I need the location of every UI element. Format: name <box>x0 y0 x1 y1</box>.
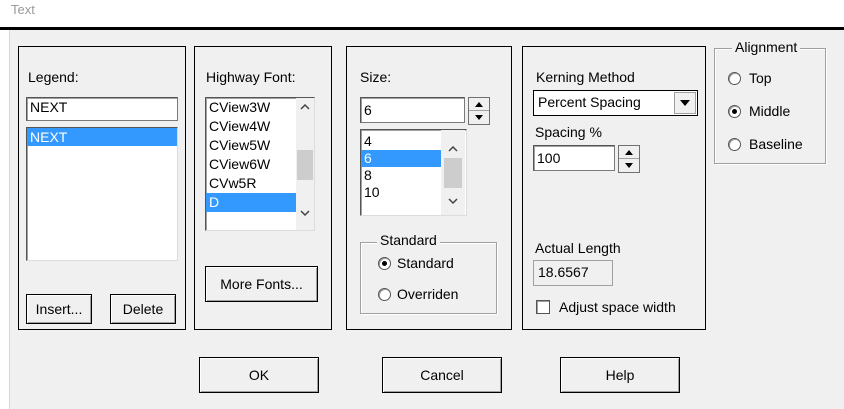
list-item[interactable]: CView3W <box>206 98 296 117</box>
kerning-method-label: Kerning Method <box>536 69 635 85</box>
size-list-scrollbar[interactable] <box>441 130 465 215</box>
radio-middle[interactable]: Middle <box>728 103 790 119</box>
spin-down-icon[interactable] <box>619 159 639 172</box>
list-item[interactable]: 6 <box>361 150 441 167</box>
list-item[interactable]: CView5W <box>206 136 296 155</box>
radio-button[interactable] <box>728 104 741 118</box>
kerning-panel <box>522 46 706 330</box>
spacing-label: Spacing % <box>535 124 602 140</box>
list-item[interactable]: CView4W <box>206 117 296 136</box>
spin-down-icon[interactable] <box>469 111 489 124</box>
checkbox[interactable] <box>536 300 550 314</box>
font-list-scrollbar[interactable] <box>296 98 314 230</box>
scroll-thumb[interactable] <box>297 150 313 180</box>
radio-label: Overriden <box>397 286 459 302</box>
checkbox-label: Adjust space width <box>559 299 676 315</box>
cancel-button[interactable]: Cancel <box>382 357 502 393</box>
legend-label: Legend: <box>28 69 79 85</box>
spin-up-icon[interactable] <box>619 146 639 159</box>
chevron-down-icon[interactable] <box>674 92 696 114</box>
list-item[interactable]: CVw5R <box>206 174 296 193</box>
radio-standard[interactable]: Standard <box>378 255 454 271</box>
alignment-group-title: Alignment <box>732 39 801 55</box>
scroll-thumb[interactable] <box>444 158 462 188</box>
size-input[interactable]: 6 <box>360 97 465 123</box>
list-item[interactable]: D <box>206 193 296 212</box>
radio-button[interactable] <box>728 71 741 85</box>
size-spinner[interactable] <box>468 97 490 125</box>
list-item[interactable]: 4 <box>361 133 441 150</box>
title-bar <box>0 0 844 30</box>
size-label: Size: <box>360 69 392 85</box>
radio-label: Standard <box>397 255 454 271</box>
more-fonts-button[interactable]: More Fonts... <box>205 266 318 302</box>
radio-label: Middle <box>749 103 791 119</box>
radio-label: Baseline <box>749 136 803 152</box>
ok-button[interactable]: OK <box>199 357 319 393</box>
scroll-up-icon[interactable] <box>296 98 314 116</box>
radio-top[interactable]: Top <box>728 70 772 86</box>
spacing-input[interactable]: 100 <box>533 145 615 171</box>
standard-group <box>360 242 497 314</box>
list-item[interactable]: NEXT <box>27 128 177 146</box>
legend-input[interactable]: NEXT <box>26 97 178 121</box>
window-left-edge <box>0 30 10 409</box>
scroll-down-icon[interactable] <box>444 192 462 210</box>
list-item[interactable]: 8 <box>361 167 441 184</box>
insert-button[interactable]: Insert... <box>26 294 92 324</box>
highway-font-list[interactable]: CView3W CView4W CView5W CView6W CVw5R D <box>205 97 315 231</box>
radio-button[interactable] <box>728 137 741 151</box>
size-list[interactable]: 4 6 8 10 <box>360 129 467 216</box>
highway-font-label: Highway Font: <box>206 69 296 85</box>
actual-length-value: 18.6567 <box>533 260 613 286</box>
standard-group-title: Standard <box>377 232 440 248</box>
legend-list[interactable]: NEXT <box>26 127 178 261</box>
kerning-method-value: Percent Spacing <box>538 94 641 110</box>
radio-button[interactable] <box>378 287 391 301</box>
spin-up-icon[interactable] <box>469 98 489 111</box>
window-title: Text <box>11 2 35 17</box>
scroll-up-icon[interactable] <box>444 140 462 158</box>
list-item[interactable]: 10 <box>361 184 441 201</box>
adjust-space-width-checkbox[interactable]: Adjust space width <box>536 299 676 315</box>
radio-baseline[interactable]: Baseline <box>728 136 803 152</box>
scroll-down-icon[interactable] <box>296 204 314 222</box>
actual-length-label: Actual Length <box>535 240 621 256</box>
kerning-method-select[interactable]: Percent Spacing <box>533 90 698 116</box>
radio-button[interactable] <box>378 256 391 270</box>
delete-button[interactable]: Delete <box>110 294 176 324</box>
help-button[interactable]: Help <box>560 357 680 393</box>
spacing-spinner[interactable] <box>618 145 640 173</box>
radio-overriden[interactable]: Overriden <box>378 286 458 302</box>
radio-label: Top <box>749 70 772 86</box>
list-item[interactable]: CView6W <box>206 155 296 174</box>
